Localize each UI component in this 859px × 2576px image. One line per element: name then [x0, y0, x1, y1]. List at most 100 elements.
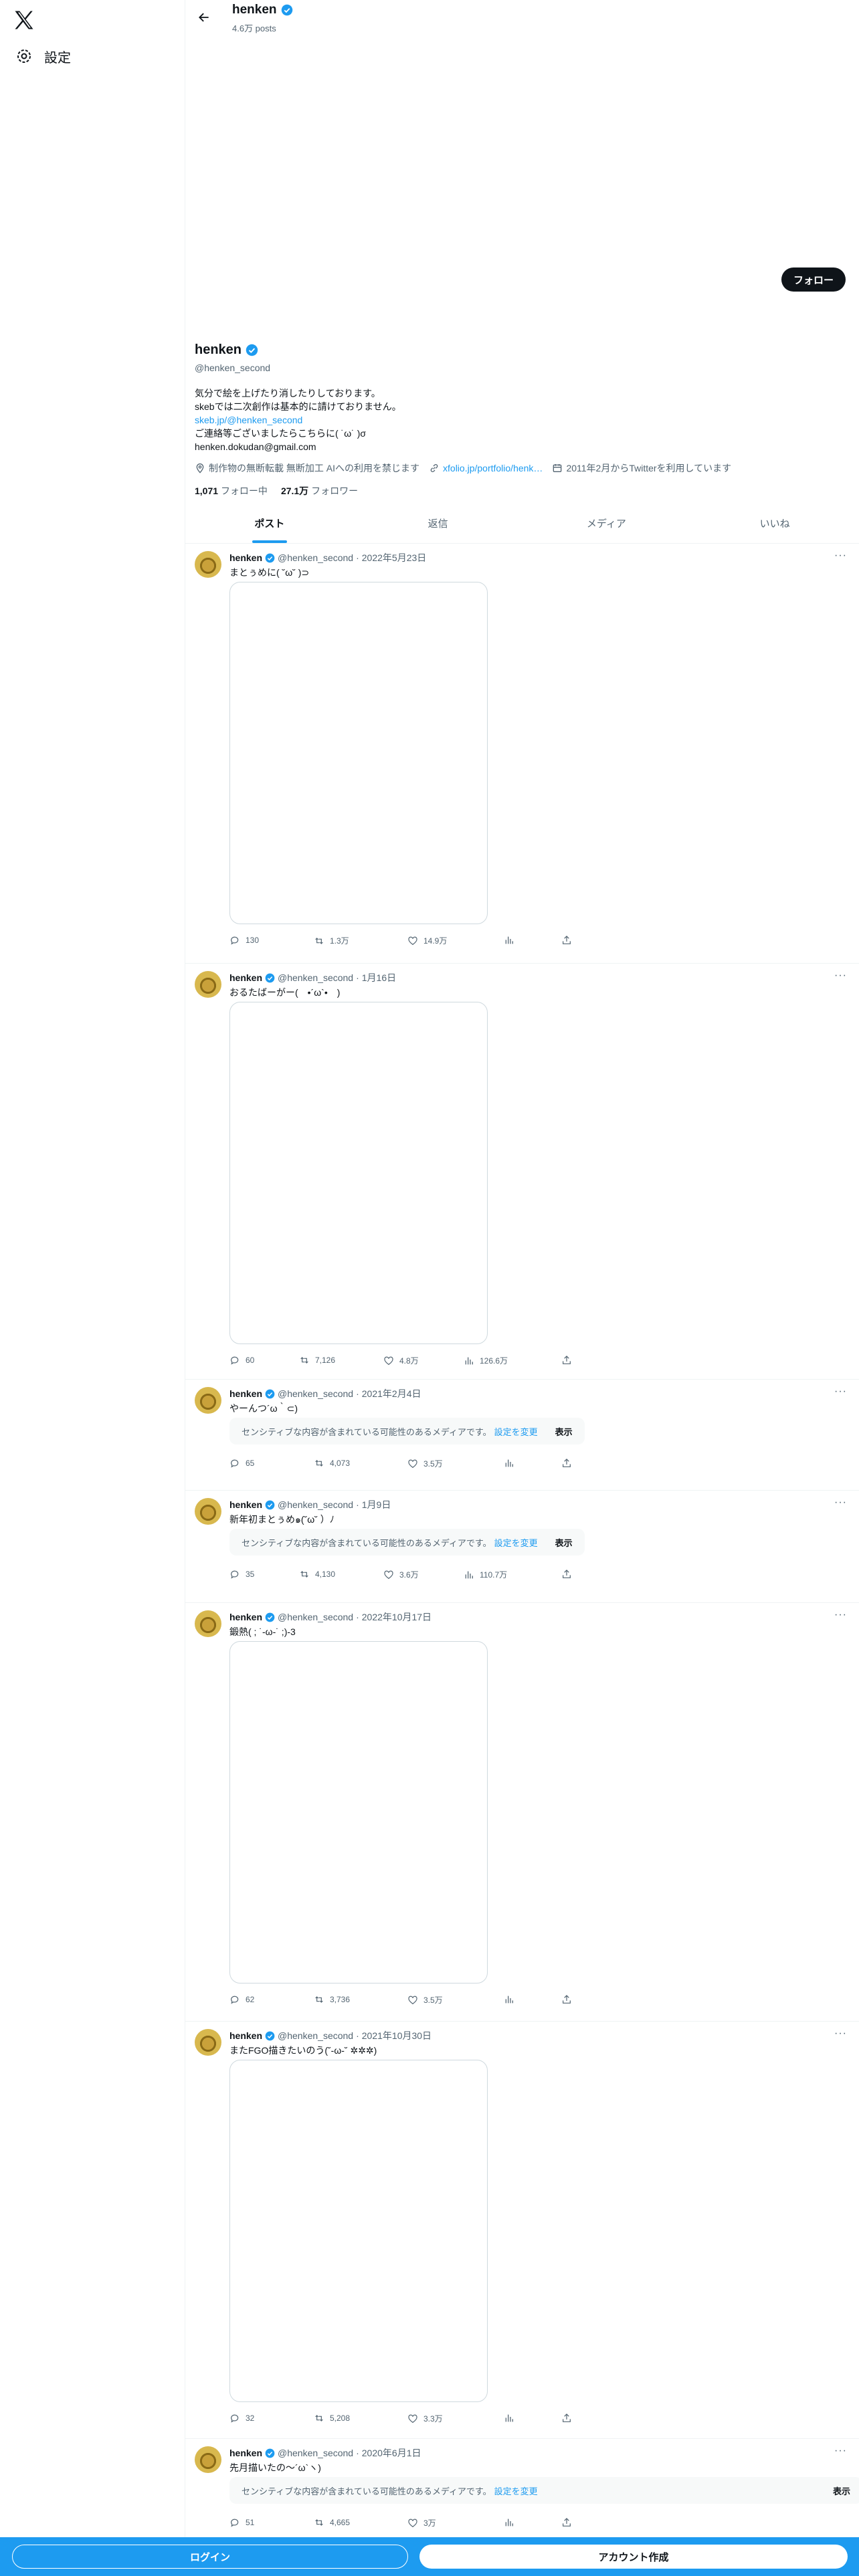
- share-button[interactable]: [561, 1458, 572, 1469]
- tweet-author-name[interactable]: henken: [229, 1612, 262, 1622]
- more-options-button[interactable]: ···: [834, 970, 847, 982]
- show-media-button[interactable]: 表示: [555, 1536, 573, 1549]
- more-options-button[interactable]: ···: [834, 1386, 847, 1398]
- tweet-author-handle[interactable]: @henken_second: [278, 1388, 353, 1399]
- change-settings-link[interactable]: 設定を変更: [494, 1425, 538, 1438]
- share-button[interactable]: [561, 2517, 572, 2528]
- avatar[interactable]: [195, 2446, 221, 2473]
- tweet-author-handle[interactable]: @henken_second: [278, 1612, 353, 1622]
- show-media-button[interactable]: 表示: [555, 1425, 573, 1438]
- tweet[interactable]: henken @henken_second · 1月9日 ··· 新年初まとぅめ๑(˘ω˘…: [185, 1490, 859, 1603]
- reply-button[interactable]: 130: [229, 935, 259, 946]
- tweet-date[interactable]: 2022年10月17日: [362, 1610, 432, 1624]
- repost-button[interactable]: 4,073: [314, 1458, 350, 1469]
- avatar[interactable]: [195, 2029, 221, 2056]
- share-button[interactable]: [561, 1569, 572, 1580]
- views-button[interactable]: 110.7万: [464, 1569, 507, 1580]
- tweet-date[interactable]: 2020年6月1日: [362, 2446, 421, 2460]
- login-button[interactable]: ログイン: [12, 2545, 408, 2569]
- tweet[interactable]: henken @henken_second · 1月16日 ··· おるたばーがー( •´…: [185, 963, 859, 1380]
- tweet[interactable]: henken @henken_second · 2022年10月17日 ··· 鍛熱( ;…: [185, 1602, 859, 2022]
- tweet[interactable]: henken @henken_second · 2021年2月4日 ··· やーんつ´ω｀…: [185, 1379, 859, 1491]
- tweet-author-name[interactable]: henken: [229, 972, 262, 983]
- share-button[interactable]: [561, 2413, 572, 2424]
- like-button[interactable]: 4.8万: [383, 1355, 419, 1366]
- more-options-button[interactable]: ···: [834, 1497, 847, 1509]
- repost-button[interactable]: 5,208: [314, 2413, 350, 2424]
- tweet-media[interactable]: [229, 1002, 488, 1344]
- tweet-author-name[interactable]: henken: [229, 1388, 262, 1399]
- reply-button[interactable]: 60: [229, 1355, 254, 1366]
- repost-button[interactable]: 7,126: [299, 1355, 335, 1366]
- show-media-button[interactable]: 表示: [833, 2484, 850, 2497]
- like-button[interactable]: 3.6万: [383, 1569, 419, 1580]
- avatar[interactable]: [195, 1610, 221, 1637]
- tweet-author-handle[interactable]: @henken_second: [278, 972, 353, 983]
- tweet-author-name[interactable]: henken: [229, 2448, 262, 2458]
- follow-button[interactable]: フォロー: [781, 267, 846, 292]
- tweet[interactable]: henken @henken_second · 2022年5月23日 ··· まとぅめに(…: [185, 543, 859, 964]
- followers-link[interactable]: 27.1万 フォロワー: [281, 484, 358, 498]
- views-button[interactable]: [504, 1458, 520, 1469]
- tweet-date[interactable]: 2021年2月4日: [362, 1387, 421, 1400]
- tweet-author-handle[interactable]: @henken_second: [278, 552, 353, 563]
- tweet-date[interactable]: 1月9日: [362, 1498, 391, 1511]
- avatar[interactable]: [195, 1498, 221, 1525]
- signup-button[interactable]: アカウント作成: [419, 2545, 848, 2569]
- tweet-media[interactable]: [229, 2060, 488, 2402]
- share-button[interactable]: [561, 935, 572, 946]
- following-link[interactable]: 1,071 フォロー中: [195, 484, 268, 498]
- more-options-button[interactable]: ···: [834, 1609, 847, 1621]
- like-button[interactable]: 3.5万: [407, 1994, 443, 2006]
- tweet-author-name[interactable]: henken: [229, 552, 262, 563]
- like-button[interactable]: 3.5万: [407, 1458, 443, 1469]
- bio-skeb-link[interactable]: skeb.jp/@henken_second: [195, 413, 401, 427]
- reply-button[interactable]: 51: [229, 2517, 254, 2528]
- tweet-author-name[interactable]: henken: [229, 2030, 262, 2041]
- more-options-button[interactable]: ···: [834, 550, 847, 562]
- views-button[interactable]: [504, 935, 520, 946]
- like-button[interactable]: 14.9万: [407, 935, 447, 946]
- tweet[interactable]: henken @henken_second · 2020年6月1日 ··· 先月描いたの〜…: [185, 2438, 859, 2539]
- settings-link[interactable]: 設定: [11, 41, 76, 71]
- back-button[interactable]: [193, 7, 215, 28]
- tweet-date[interactable]: 2021年10月30日: [362, 2029, 432, 2042]
- more-options-button[interactable]: ···: [834, 2028, 847, 2040]
- tab-likes[interactable]: いいね: [690, 503, 859, 543]
- website-link[interactable]: xfolio.jp/portfolio/henk…: [443, 463, 543, 473]
- change-settings-link[interactable]: 設定を変更: [494, 1536, 538, 1549]
- repost-button[interactable]: 1.3万: [314, 935, 349, 946]
- repost-button[interactable]: 4,130: [299, 1569, 335, 1580]
- tweet-author-handle[interactable]: @henken_second: [278, 2030, 353, 2041]
- tab-posts[interactable]: ポスト: [185, 503, 354, 543]
- x-logo-icon[interactable]: [12, 8, 36, 32]
- reply-button[interactable]: 65: [229, 1458, 254, 1469]
- like-button[interactable]: 3万: [407, 2517, 436, 2529]
- repost-button[interactable]: 4,665: [314, 2517, 350, 2528]
- share-button[interactable]: [561, 1994, 572, 2005]
- tweet-author-handle[interactable]: @henken_second: [278, 1499, 353, 1510]
- tab-media[interactable]: メディア: [522, 503, 691, 543]
- views-button[interactable]: [504, 1994, 520, 2005]
- change-settings-link[interactable]: 設定を変更: [494, 2484, 538, 2497]
- avatar[interactable]: [195, 1387, 221, 1414]
- reply-button[interactable]: 32: [229, 2413, 254, 2424]
- views-button[interactable]: 126.6万: [464, 1355, 508, 1366]
- views-button[interactable]: [504, 2413, 520, 2424]
- tweet[interactable]: henken @henken_second · 2021年10月30日 ··· またFGO…: [185, 2021, 859, 2439]
- tweet-date[interactable]: 1月16日: [362, 971, 396, 984]
- reply-button[interactable]: 62: [229, 1994, 254, 2005]
- like-button[interactable]: 3.3万: [407, 2413, 443, 2424]
- views-button[interactable]: [504, 2517, 520, 2528]
- more-options-button[interactable]: ···: [834, 2445, 847, 2457]
- tweet-author-handle[interactable]: @henken_second: [278, 2448, 353, 2458]
- avatar[interactable]: [195, 971, 221, 998]
- tweet-author-name[interactable]: henken: [229, 1499, 262, 1510]
- tweet-date[interactable]: 2022年5月23日: [362, 551, 427, 564]
- reply-button[interactable]: 35: [229, 1569, 254, 1580]
- avatar[interactable]: [195, 551, 221, 578]
- tweet-media[interactable]: [229, 582, 488, 924]
- share-button[interactable]: [561, 1355, 572, 1366]
- tab-replies[interactable]: 返信: [354, 503, 522, 543]
- repost-button[interactable]: 3,736: [314, 1994, 350, 2005]
